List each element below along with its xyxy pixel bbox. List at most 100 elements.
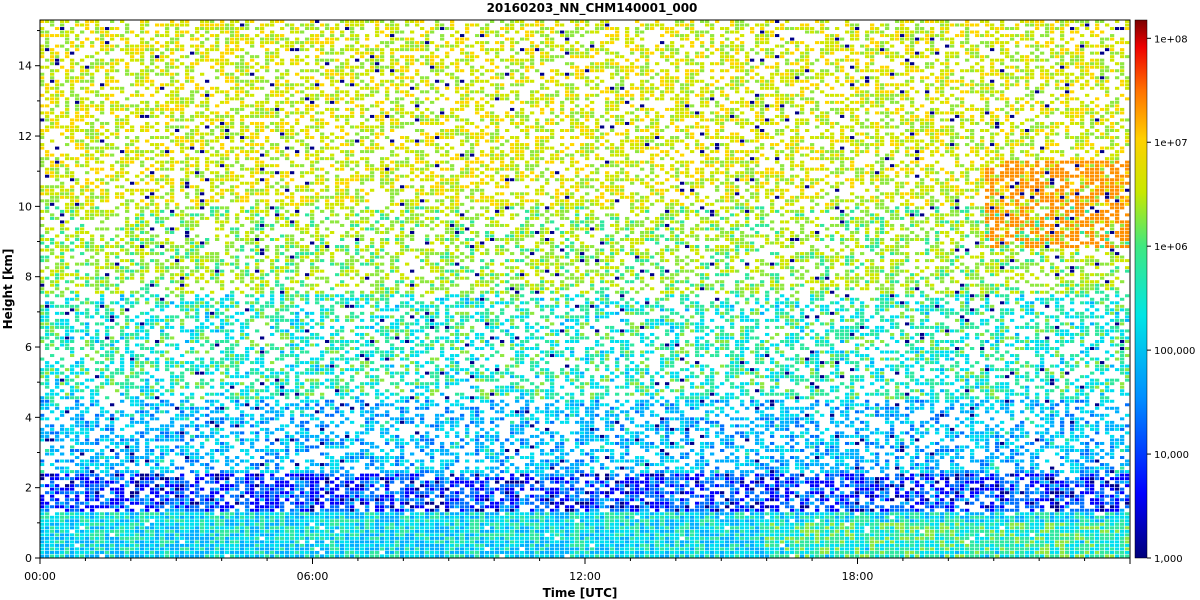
heatmap-cell [210, 122, 214, 125]
heatmap-cell [80, 45, 84, 48]
heatmap-cell [780, 38, 784, 41]
heatmap-cell [260, 108, 264, 111]
heatmap-cell [285, 69, 289, 72]
heatmap-cell [720, 76, 724, 79]
heatmap-cell [930, 48, 934, 51]
heatmap-cell [115, 108, 119, 111]
heatmap-cell [895, 111, 899, 114]
heatmap-cell [345, 45, 349, 48]
heatmap-cell [145, 122, 149, 125]
heatmap-cell [465, 45, 469, 48]
heatmap-cell [435, 136, 439, 139]
heatmap-cell [690, 125, 694, 128]
heatmap-cell [405, 157, 409, 160]
heatmap-cell [305, 133, 309, 136]
heatmap-cell [1110, 154, 1114, 157]
heatmap-cell [345, 90, 349, 93]
heatmap-cell [65, 111, 69, 114]
heatmap-cell [200, 55, 204, 58]
heatmap-cell [1005, 111, 1009, 114]
heatmap-cell [1090, 118, 1094, 121]
heatmap-cell [490, 83, 494, 86]
heatmap-cell [250, 38, 254, 41]
heatmap-cell [430, 101, 434, 104]
heatmap-cell [400, 104, 404, 107]
heatmap-cell [945, 76, 949, 79]
heatmap-cell [335, 136, 339, 139]
heatmap-cell [70, 90, 74, 93]
heatmap-cell [615, 161, 619, 164]
heatmap-cell [310, 38, 314, 41]
heatmap-cell [675, 115, 679, 118]
heatmap-cell [960, 104, 964, 107]
heatmap-cell [830, 41, 834, 44]
heatmap-cell [265, 38, 269, 41]
heatmap-cell [695, 111, 699, 114]
heatmap-cell [755, 140, 759, 143]
heatmap-cell [80, 140, 84, 143]
heatmap-cell [660, 157, 664, 160]
heatmap-cell [140, 164, 144, 167]
heatmap-cell [925, 111, 929, 114]
heatmap-cell [570, 90, 574, 93]
heatmap-cell [970, 31, 974, 34]
heatmap-cell [450, 73, 454, 76]
heatmap-cell [415, 108, 419, 111]
heatmap-cell [215, 150, 219, 153]
heatmap-cell [490, 104, 494, 107]
heatmap-cell [1005, 76, 1009, 79]
heatmap-cell [720, 48, 724, 51]
heatmap-cell [235, 62, 239, 65]
heatmap-cell [255, 80, 259, 83]
heatmap-cell [395, 62, 399, 65]
heatmap-cell [70, 27, 74, 30]
heatmap-cell [545, 38, 549, 41]
heatmap-cell [640, 147, 644, 150]
heatmap-cell [125, 136, 129, 139]
heatmap-cell [1085, 104, 1089, 107]
heatmap-cell [605, 59, 609, 62]
heatmap-cell [540, 125, 544, 128]
heatmap-cell [430, 83, 434, 86]
heatmap-cell [80, 108, 84, 111]
heatmap-cell [935, 136, 939, 139]
heatmap-cell [985, 150, 989, 153]
heatmap-cell [165, 147, 169, 150]
heatmap-cell [260, 125, 264, 128]
heatmap-cell [250, 122, 254, 125]
heatmap-cell [485, 111, 489, 114]
heatmap-cell [785, 27, 789, 30]
heatmap-cell [855, 31, 859, 34]
heatmap-cell [580, 73, 584, 76]
heatmap-cell [920, 69, 924, 72]
heatmap-cell [610, 90, 614, 93]
heatmap-cell [215, 24, 219, 27]
heatmap-cell [460, 34, 464, 37]
heatmap-cell [210, 140, 214, 143]
heatmap-cell [715, 161, 719, 164]
heatmap-cell [605, 161, 609, 164]
heatmap-cell [810, 108, 814, 111]
heatmap-cell [745, 122, 749, 125]
heatmap-cell [45, 104, 49, 107]
heatmap-cell [345, 164, 349, 167]
heatmap-cell [145, 115, 149, 118]
heatmap-cell [645, 73, 649, 76]
heatmap-cell [350, 101, 354, 104]
heatmap-cell [975, 90, 979, 93]
heatmap-cell [1025, 87, 1029, 90]
heatmap-cell [510, 59, 514, 62]
heatmap-cell [205, 118, 209, 121]
heatmap-cell [635, 73, 639, 76]
heatmap-cell [115, 62, 119, 65]
heatmap-cell [630, 97, 634, 100]
heatmap-cell [50, 97, 54, 100]
heatmap-cell [715, 111, 719, 114]
heatmap-cell [380, 147, 384, 150]
heatmap-cell [555, 31, 559, 34]
heatmap-cell [125, 69, 129, 72]
heatmap-cell [685, 125, 689, 128]
heatmap-cell [1020, 97, 1024, 100]
heatmap-cell [980, 34, 984, 37]
heatmap-cell [915, 129, 919, 132]
